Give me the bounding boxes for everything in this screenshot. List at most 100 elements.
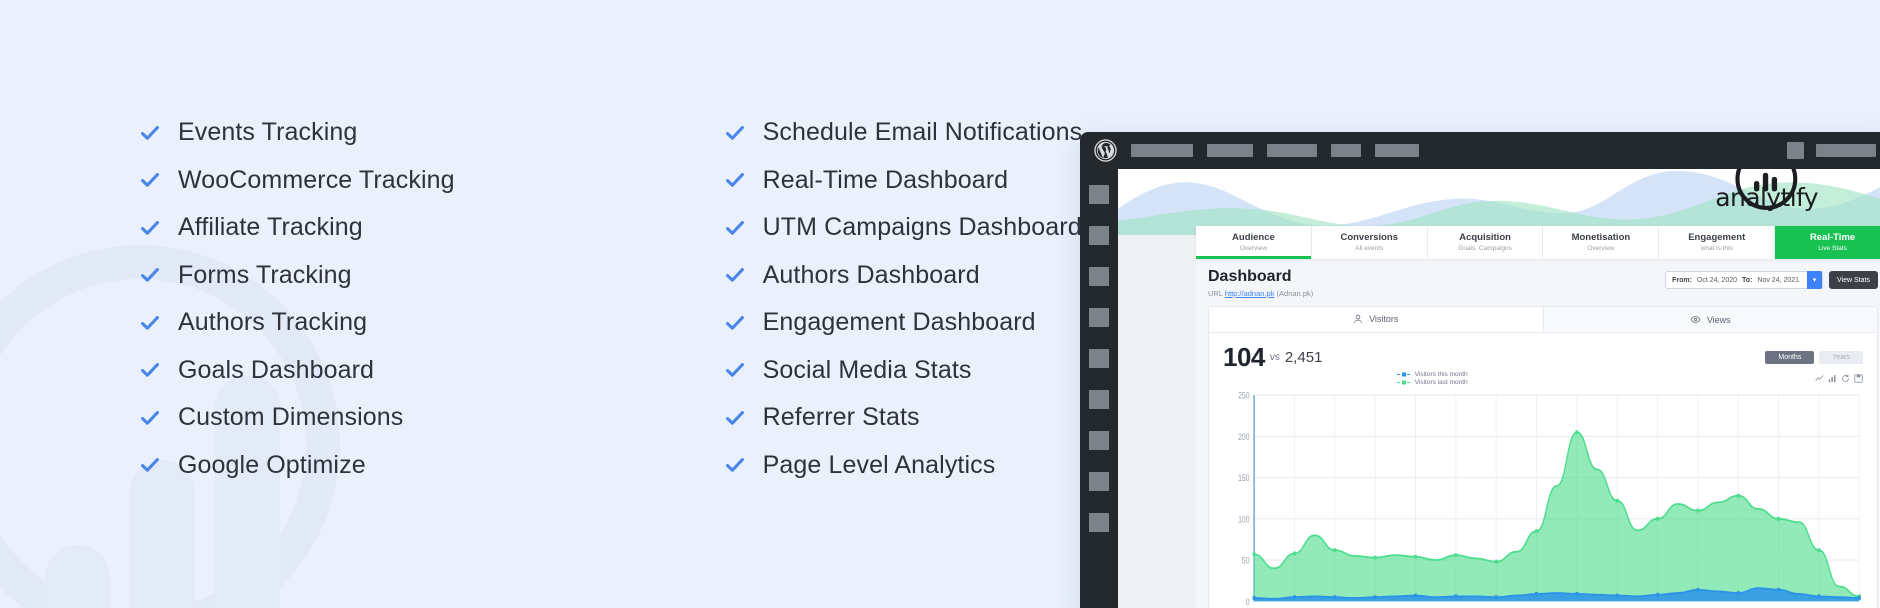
legend-marker: [1396, 371, 1411, 378]
adminbar-right-group: [1787, 142, 1876, 159]
feature-item: Page Level Analytics: [725, 451, 1083, 480]
tab-conversions[interactable]: Conversions All events: [1312, 226, 1428, 259]
sidebar-menu-block[interactable]: [1089, 308, 1109, 327]
sidebar-menu-block[interactable]: [1089, 513, 1109, 532]
wordpress-sidebar: [1080, 169, 1118, 608]
sidebar-menu-block[interactable]: [1089, 226, 1109, 245]
sidebar-menu-block[interactable]: [1089, 349, 1109, 368]
feature-item: Google Optimize: [140, 451, 455, 480]
wordpress-icon[interactable]: [1094, 139, 1117, 162]
chevron-down-icon[interactable]: ▾: [1807, 271, 1823, 289]
dashboard-title-group: Dashboard URL http://adnan.pk (Adnan.pk): [1208, 268, 1313, 298]
page-title: Dashboard: [1208, 268, 1292, 285]
feature-item: Forms Tracking: [140, 261, 455, 290]
sidebar-menu-block[interactable]: [1089, 267, 1109, 286]
bar-chart-icon[interactable]: [1828, 374, 1837, 383]
feature-column-right: Schedule Email Notifications Real-Time D…: [725, 118, 1083, 480]
feature-lists: Events Tracking WooCommerce Tracking Aff…: [140, 118, 1082, 480]
stat-summary-row: 104 vs 2,451 Months Years: [1209, 333, 1877, 373]
view-stats-button[interactable]: View Stats: [1829, 271, 1878, 289]
feature-label: Affiliate Tracking: [178, 213, 363, 241]
adminbar-avatar-block[interactable]: [1787, 142, 1804, 159]
line-chart-icon[interactable]: [1815, 374, 1824, 383]
adminbar-block-1[interactable]: [1131, 144, 1193, 157]
site-name-label: (Adnan.pk): [1276, 289, 1314, 298]
watermark-bar-2: [130, 460, 195, 608]
to-label: To:: [1742, 276, 1753, 284]
toggle-months[interactable]: Months: [1765, 351, 1815, 364]
check-icon: [725, 315, 744, 330]
svg-text:50: 50: [1242, 556, 1250, 566]
check-icon: [141, 363, 159, 377]
save-icon[interactable]: [1854, 374, 1863, 383]
watermark-bar-1: [45, 545, 110, 608]
check-icon: [141, 458, 159, 472]
tab-monetisation[interactable]: Monetisation Overview: [1543, 226, 1660, 259]
adminbar-block-4[interactable]: [1331, 144, 1361, 157]
adminbar-account-block[interactable]: [1816, 144, 1876, 157]
tab-label: Monetisation: [1571, 232, 1631, 244]
adminbar-block-5[interactable]: [1375, 144, 1419, 157]
analytify-logo-icon: [1735, 169, 1798, 210]
check-icon: [725, 125, 744, 140]
chart-legend-row: Visitors this month Visitors last month: [1209, 371, 1877, 386]
tab-sublabel: what is this: [1700, 244, 1733, 252]
feature-label: Custom Dimensions: [178, 403, 404, 431]
site-url-link[interactable]: http://adnan.pk: [1225, 289, 1275, 298]
adminbar-block-3[interactable]: [1267, 144, 1317, 157]
refresh-icon[interactable]: [1841, 374, 1850, 383]
sidebar-menu-block[interactable]: [1089, 390, 1109, 409]
feature-item: Authors Tracking: [140, 308, 455, 337]
feature-item: Authors Dashboard: [725, 261, 1083, 290]
feature-item: Real-Time Dashboard: [725, 166, 1083, 195]
stat-primary-value: 104: [1223, 342, 1265, 372]
from-label: From:: [1672, 276, 1692, 284]
feature-item: WooCommerce Tracking: [140, 166, 455, 195]
toggle-years[interactable]: Years: [1819, 351, 1863, 364]
check-icon: [725, 458, 744, 472]
feature-item: Schedule Email Notifications: [725, 118, 1083, 147]
feature-label: Real-Time Dashboard: [762, 165, 1009, 194]
tab-label: Audience: [1232, 232, 1275, 244]
tab-acquisition[interactable]: Acquisition Goals, Campaigns: [1428, 226, 1544, 259]
tab-views[interactable]: Views: [1542, 307, 1877, 332]
stat-vs-label: vs: [1269, 352, 1280, 363]
sidebar-menu-block[interactable]: [1089, 472, 1109, 491]
legend-label: Visitors last month: [1414, 379, 1468, 386]
analytify-brand: analytify: [1715, 169, 1819, 212]
visitors-views-tabs: Visitors Views: [1209, 307, 1877, 333]
analytify-content: analytify Audience Overview Conversions A…: [1118, 169, 1880, 608]
legend-entry: Visitors last month: [1396, 379, 1468, 386]
to-value: Nov 24, 2021: [1757, 276, 1800, 284]
feature-item: Goals Dashboard: [140, 356, 455, 385]
feature-item: Social Media Stats: [725, 356, 1083, 385]
tab-views-label: Views: [1706, 314, 1731, 325]
check-icon: [141, 220, 159, 235]
check-icon: [141, 125, 159, 140]
svg-text:0: 0: [1246, 597, 1250, 607]
check-icon: [725, 363, 744, 377]
tab-audience[interactable]: Audience Overview: [1196, 226, 1312, 259]
feature-label: Referrer Stats: [762, 403, 920, 431]
sidebar-menu-block[interactable]: [1089, 431, 1109, 450]
visitors-area-chart: 0501001502002509-Nov11-Nov13-Nov15-Nov17…: [1238, 391, 1861, 607]
tab-real-time[interactable]: Real-Time Live Stats: [1775, 226, 1880, 259]
wordpress-body: analytify Audience Overview Conversions A…: [1080, 169, 1880, 608]
tab-sublabel: Overview: [1587, 244, 1615, 252]
tab-label: Conversions: [1340, 232, 1399, 244]
feature-item: Affiliate Tracking: [140, 213, 455, 242]
check-icon: [141, 268, 159, 282]
dashboard-panel: Dashboard URL http://adnan.pk (Adnan.pk)…: [1196, 259, 1880, 608]
tab-visitors[interactable]: Visitors: [1209, 307, 1543, 332]
tab-engagement[interactable]: Engagement what is this: [1659, 226, 1776, 259]
legend-label: Visitors this month: [1414, 371, 1468, 378]
svg-text:100: 100: [1238, 515, 1250, 525]
adminbar-block-2[interactable]: [1207, 144, 1253, 157]
feature-item: Events Tracking: [140, 118, 455, 147]
date-range-input[interactable]: From: Oct 24, 2020 To: Nov 24, 2021 ▾: [1665, 271, 1824, 289]
visitors-card: Visitors Views 104 vs 2,451 Months Years…: [1208, 306, 1878, 608]
tab-sublabel: Overview: [1239, 244, 1267, 252]
sidebar-menu-block[interactable]: [1089, 185, 1109, 204]
eye-icon: [1690, 316, 1701, 323]
feature-label: Social Media Stats: [762, 355, 972, 384]
